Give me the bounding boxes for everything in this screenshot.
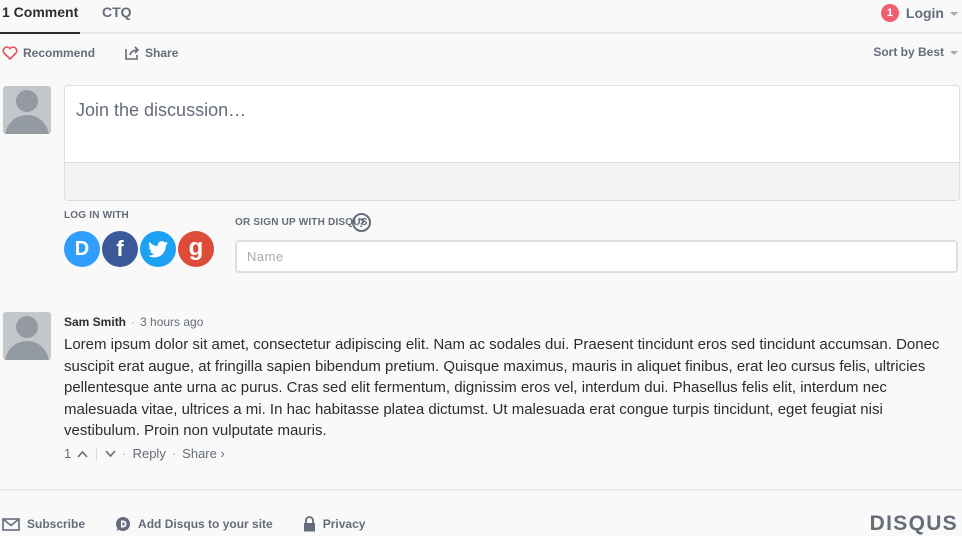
thread-actions: Recommend Share <box>2 46 208 60</box>
comment-meta: Sam Smith · 3 hours ago <box>64 315 203 329</box>
tab-ctq[interactable]: CTQ <box>102 4 132 20</box>
twitter-login-button[interactable] <box>140 231 176 267</box>
chevron-down-icon <box>950 51 958 55</box>
disqus-icon: D <box>74 237 90 260</box>
upvote-icon[interactable] <box>77 450 88 458</box>
help-glyph: ? <box>357 215 366 230</box>
sort-label: Sort by Best <box>873 45 944 59</box>
comment-author[interactable]: Sam Smith <box>64 315 126 329</box>
twitter-icon <box>148 240 168 257</box>
share-icon <box>125 46 140 60</box>
tab-comments-label: 1 Comment <box>2 4 79 20</box>
downvote-icon[interactable] <box>105 449 116 458</box>
tab-comments[interactable]: 1 Comment <box>0 4 81 34</box>
disqus-logo[interactable]: DISQUS <box>870 512 958 536</box>
facebook-icon: f <box>116 236 124 261</box>
tab-ctq-label: CTQ <box>102 4 132 20</box>
heart-icon <box>2 46 18 60</box>
disqus-logo-icon <box>116 517 131 531</box>
footer-separator: · <box>122 446 127 461</box>
login-with-label: LOG IN WITH <box>64 210 129 221</box>
composer-placeholder[interactable]: Join the discussion… <box>76 100 246 121</box>
login-label[interactable]: Login <box>906 5 944 21</box>
disqus-login-button[interactable]: D <box>64 231 100 267</box>
recommend-label: Recommend <box>23 46 96 60</box>
footer-links: Subscribe Add Disqus to your site Privac… <box>2 516 395 532</box>
add-disqus-label: Add Disqus to your site <box>138 517 273 531</box>
signup-label: OR SIGN UP WITH DISQUS <box>235 217 368 228</box>
social-login-buttons: D f g <box>64 231 216 267</box>
subscribe-label: Subscribe <box>27 517 86 531</box>
notification-badge[interactable]: 1 <box>880 4 899 22</box>
comment-avatar[interactable] <box>3 312 51 360</box>
vote-count: 1 <box>64 446 72 461</box>
facebook-login-button[interactable]: f <box>102 231 138 267</box>
comment-body: Lorem ipsum dolor sit amet, consectetur … <box>64 336 940 439</box>
share-button[interactable]: Share <box>125 46 178 60</box>
login-menu[interactable]: 1 Login <box>880 4 958 22</box>
add-disqus-link[interactable]: Add Disqus to your site <box>115 516 273 532</box>
comment-footer: 1 · Reply · Share › <box>64 446 225 461</box>
comment-composer[interactable]: Join the discussion… <box>64 85 960 201</box>
name-field[interactable] <box>235 240 958 273</box>
help-icon[interactable]: ? <box>352 213 371 232</box>
envelope-icon <box>2 517 20 531</box>
recommend-button[interactable]: Recommend <box>2 46 95 60</box>
vote-divider <box>96 446 98 461</box>
lock-icon <box>303 516 315 532</box>
footer-separator: · <box>171 446 177 461</box>
chevron-down-icon <box>950 12 958 16</box>
comment-time[interactable]: 3 hours ago <box>140 315 203 329</box>
google-login-button[interactable]: g <box>178 231 214 267</box>
avatar <box>3 86 51 134</box>
share-link[interactable]: Share › <box>182 446 225 461</box>
meta-separator: · <box>131 315 136 329</box>
privacy-label: Privacy <box>322 517 366 531</box>
subscribe-link[interactable]: Subscribe <box>2 517 85 531</box>
privacy-link[interactable]: Privacy <box>303 516 366 532</box>
google-icon: g <box>188 233 204 261</box>
share-label: Share <box>145 46 179 60</box>
footer-divider <box>0 489 962 491</box>
reply-link[interactable]: Reply <box>133 446 166 461</box>
composer-toolbar <box>65 162 959 200</box>
sort-dropdown[interactable]: Sort by Best <box>873 45 958 59</box>
top-nav: 1 Comment CTQ 1 Login <box>0 0 962 34</box>
